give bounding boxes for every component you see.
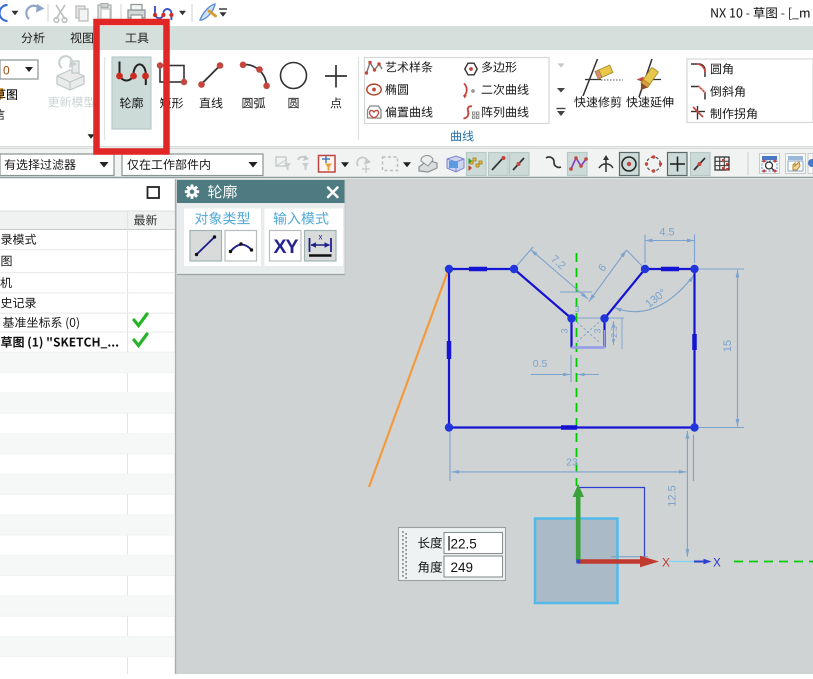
svg-text:3: 3	[574, 304, 579, 314]
svg-text:15: 15	[722, 340, 734, 352]
svg-text:23: 23	[566, 457, 578, 469]
svg-text:249: 249	[451, 560, 474, 575]
svg-text:22.5: 22.5	[451, 537, 477, 552]
svg-text:12.5: 12.5	[667, 485, 679, 506]
svg-text:3: 3	[560, 328, 570, 333]
svg-text:x: x	[319, 233, 323, 242]
svg-text:X: X	[713, 557, 721, 569]
svg-text:0.5: 0.5	[533, 358, 548, 370]
svg-text:X: X	[662, 556, 670, 570]
svg-text:XY: XY	[273, 236, 298, 258]
svg-text:4.5: 4.5	[659, 227, 674, 239]
svg-text:3: 3	[593, 328, 603, 333]
svg-text:0: 0	[3, 64, 10, 78]
svg-text:2.3: 2.3	[609, 326, 619, 338]
